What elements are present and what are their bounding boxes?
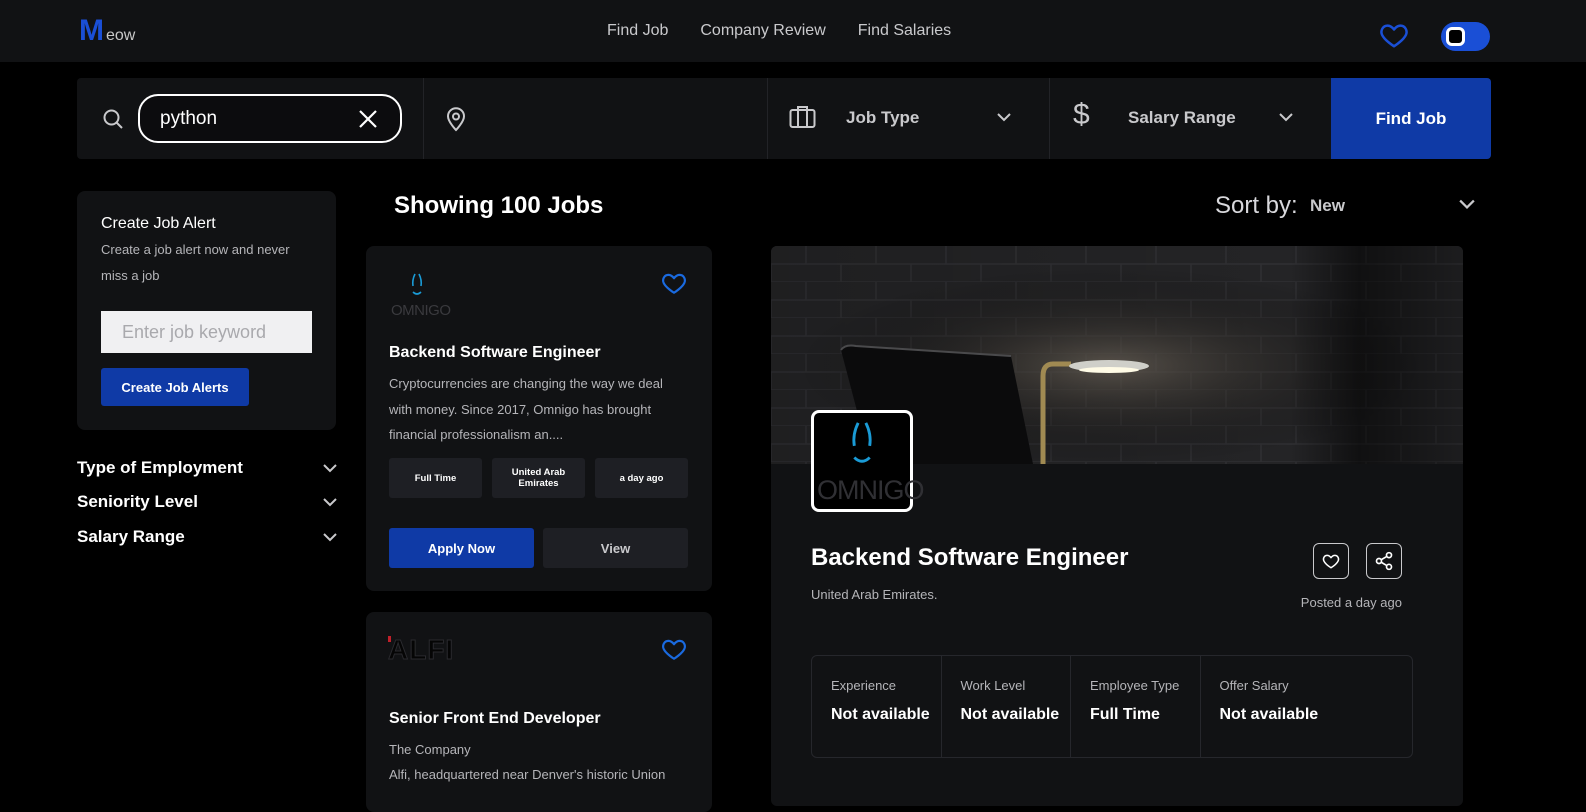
divider (423, 78, 424, 159)
info-value: Full Time (1090, 706, 1160, 723)
share-job-button[interactable] (1366, 543, 1402, 579)
tag-posted: a day ago (595, 458, 688, 498)
apply-now-button[interactable]: Apply Now (389, 528, 534, 568)
find-job-button[interactable]: Find Job (1331, 78, 1491, 159)
search-input[interactable] (160, 108, 350, 130)
logo-accent (388, 636, 391, 642)
filter-label: Salary Range (77, 527, 185, 546)
omnigo-mark-icon (411, 273, 423, 295)
info-value: Not available (1219, 706, 1319, 723)
top-header: M eow Find Job Company Review Find Salar… (0, 0, 1586, 62)
omnigo-logo: OMNIGO (391, 270, 451, 322)
results-count: Showing 100 Jobs (394, 192, 604, 219)
nav-company-review[interactable]: Company Review (700, 22, 825, 40)
detail-location: United Arab Emirates. (811, 587, 938, 602)
info-label: Work Level (960, 678, 1026, 693)
chevron-down-icon[interactable] (1279, 112, 1293, 122)
theme-toggle[interactable] (1441, 22, 1490, 51)
job-keyword-input[interactable] (101, 311, 312, 353)
detail-job-title: Backend Software Engineer (811, 544, 1129, 571)
job-description: Alfi, headquartered near Denver's histor… (389, 767, 666, 782)
info-label: Offer Salary (1219, 678, 1289, 693)
job-type-dropdown[interactable]: Job Type (846, 108, 919, 128)
chevron-down-icon (323, 464, 337, 473)
main-nav: Find Job Company Review Find Salaries (607, 22, 951, 40)
logo[interactable]: M eow (79, 14, 135, 48)
search-icon (103, 109, 123, 129)
logo-wordmark: ALFI (387, 634, 455, 666)
detail-posted-time: Posted a day ago (1300, 595, 1402, 610)
nav-find-job[interactable]: Find Job (607, 22, 668, 40)
info-work-level: Work Level Not available (942, 656, 1071, 757)
chevron-down-icon[interactable] (1459, 198, 1475, 210)
job-title[interactable]: Senior Front End Developer (389, 710, 601, 728)
dollar-icon: $ (1073, 98, 1090, 131)
logo-initial: M (79, 14, 104, 47)
search-field (138, 94, 402, 143)
filter-seniority-level[interactable]: Seniority Level (77, 491, 337, 513)
info-employee-type: Employee Type Full Time (1071, 656, 1201, 757)
filter-salary-range[interactable]: Salary Range (77, 526, 337, 548)
tag-location: United Arab Emirates (492, 458, 585, 498)
divider (1049, 78, 1050, 159)
sort-label: Sort by: (1215, 192, 1298, 219)
info-value: Not available (960, 706, 1060, 723)
info-label: Employee Type (1090, 678, 1180, 693)
clear-search-icon[interactable] (358, 109, 378, 129)
alert-description: Create a job alert now and never miss a … (101, 242, 290, 283)
nav-find-salaries[interactable]: Find Salaries (858, 22, 951, 40)
info-label: Experience (831, 678, 897, 693)
filter-label: Seniority Level (77, 492, 198, 511)
create-job-alerts-button[interactable]: Create Job Alerts (101, 368, 249, 406)
filter-type-of-employment[interactable]: Type of Employment (77, 457, 337, 479)
view-button[interactable]: View (543, 528, 688, 568)
info-experience: Experience Not available (812, 656, 942, 757)
sort-select[interactable]: New (1310, 196, 1345, 216)
job-info-summary: Experience Not available Work Level Not … (811, 655, 1413, 758)
job-title[interactable]: Backend Software Engineer (389, 344, 601, 362)
save-job-heart-icon[interactable] (660, 270, 688, 296)
job-detail-panel: OMNIGO Backend Software Engineer United … (771, 246, 1463, 806)
briefcase-icon (789, 106, 816, 128)
info-offer-salary: Offer Salary Not available (1201, 656, 1413, 757)
job-card[interactable]: OMNIGO Backend Software Engineer Cryptoc… (366, 246, 712, 591)
job-company: The Company (389, 742, 471, 757)
save-job-heart-icon[interactable] (660, 636, 688, 662)
job-description: Cryptocurrencies are changing the way we… (389, 376, 663, 442)
favorites-heart-icon[interactable] (1378, 20, 1410, 50)
job-card[interactable]: ALFI Senior Front End Developer The Comp… (366, 612, 712, 812)
alert-title: Create Job Alert (101, 215, 216, 232)
alfi-logo: ALFI (387, 634, 453, 686)
divider (767, 78, 768, 159)
chevron-down-icon[interactable] (997, 112, 1011, 122)
salary-range-dropdown[interactable]: Salary Range (1128, 108, 1236, 128)
heart-icon (1322, 554, 1340, 569)
chevron-down-icon (323, 498, 337, 507)
tag-employment-type: Full Time (389, 458, 482, 498)
company-logo: OMNIGO (811, 410, 924, 512)
save-job-button[interactable] (1313, 543, 1349, 579)
share-icon (1375, 551, 1393, 571)
filter-label: Type of Employment (77, 458, 243, 477)
chevron-down-icon (323, 533, 337, 542)
toggle-knob (1446, 27, 1465, 46)
job-alert-card: Create Job Alert Create a job alert now … (77, 191, 336, 430)
location-input[interactable] (482, 103, 757, 133)
logo-wordmark: OMNIGO (817, 475, 924, 505)
logo-text: eow (106, 27, 136, 44)
info-value: Not available (831, 706, 930, 723)
location-pin-icon (446, 107, 466, 132)
logo-wordmark: OMNIGO (391, 302, 451, 319)
omnigo-mark-icon (852, 422, 872, 463)
